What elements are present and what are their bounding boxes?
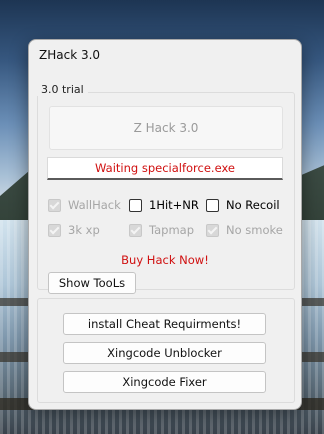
- install-requirements-button[interactable]: install Cheat Requirments!: [63, 313, 266, 335]
- checkbox-box: [129, 223, 142, 237]
- checkbox-label: 3k xp: [68, 223, 100, 237]
- show-tools-button[interactable]: Show TooLs: [48, 272, 136, 294]
- window-title: ZHack 3.0: [39, 48, 101, 62]
- process-status: Waiting specialforce.exe: [47, 157, 283, 180]
- groupbox-legend: 3.0 trial: [37, 83, 88, 96]
- no-smoke-checkbox[interactable]: No smoke: [206, 223, 283, 237]
- xp-checkbox[interactable]: 3k xp: [48, 223, 100, 237]
- checkbox-box: [206, 198, 219, 212]
- checkbox-label: WallHack: [68, 198, 121, 212]
- checkbox-box: [48, 198, 61, 212]
- checkbox-box: [206, 223, 219, 237]
- checkbox-label: No smoke: [226, 223, 283, 237]
- onehit-nr-checkbox[interactable]: 1Hit+NR: [129, 198, 199, 212]
- zhack-main-button[interactable]: Z Hack 3.0: [49, 106, 283, 150]
- tapmap-checkbox[interactable]: Tapmap: [129, 223, 194, 237]
- app-window: ZHack 3.0 3.0 trial Z Hack 3.0 Waiting s…: [28, 39, 302, 410]
- no-recoil-checkbox[interactable]: No Recoil: [206, 198, 280, 212]
- xingcode-fixer-button[interactable]: Xingcode Fixer: [63, 371, 266, 393]
- checkbox-box: [129, 198, 142, 212]
- xingcode-unblocker-button[interactable]: Xingcode Unblocker: [63, 342, 266, 364]
- checkbox-label: Tapmap: [149, 223, 195, 237]
- checkbox-box: [48, 223, 61, 237]
- checkbox-label: 1Hit+NR: [149, 198, 199, 212]
- wallhack-checkbox[interactable]: WallHack: [48, 198, 121, 212]
- buy-hack-link[interactable]: Buy Hack Now!: [29, 253, 301, 267]
- checkbox-label: No Recoil: [226, 198, 280, 212]
